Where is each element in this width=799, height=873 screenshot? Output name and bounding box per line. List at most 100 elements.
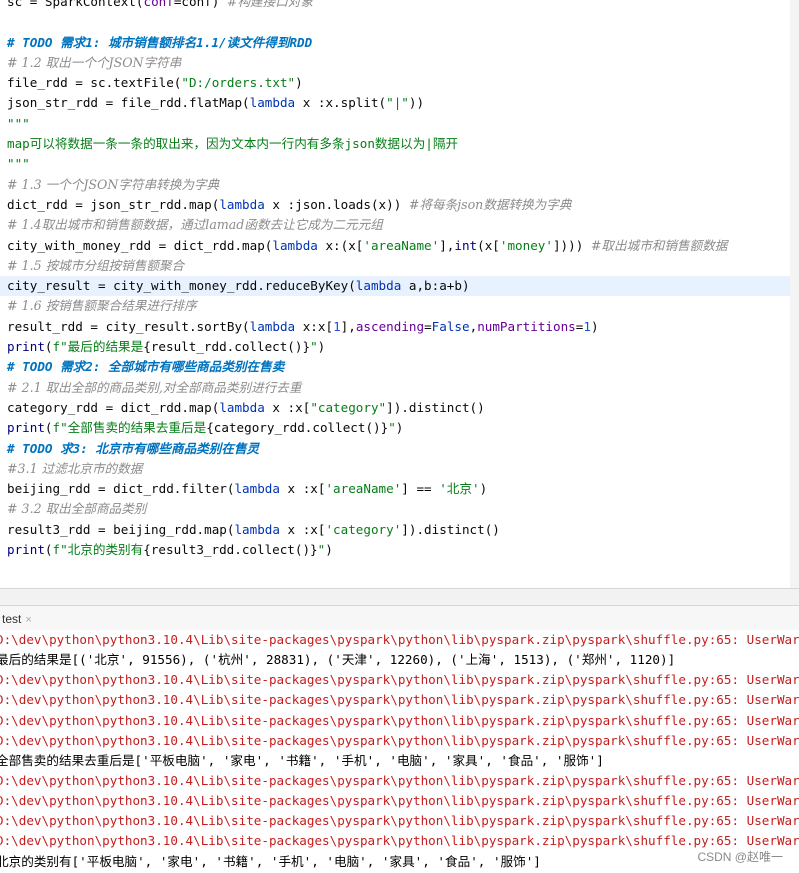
code-line[interactable]: #3.1 过滤北京市的数据: [7, 459, 799, 479]
code-token: 'category': [325, 521, 402, 537]
code-token: lambda: [219, 196, 265, 212]
code-token: ],: [439, 237, 455, 253]
code-token: x :x.split(: [295, 95, 387, 111]
code-line[interactable]: """: [7, 114, 799, 134]
code-token: dict_rdd = json_str_rdd.map(: [7, 196, 220, 212]
code-token: city_with_money_rdd = dict_rdd.map(: [7, 237, 273, 253]
code-token: 'areaName': [363, 237, 440, 253]
run-tab-test[interactable]: test ×: [0, 610, 32, 628]
code-token: {result_rdd.collect()}: [143, 339, 311, 355]
code-token: x:x[: [295, 318, 334, 334]
code-token: sc = SparkContext(: [7, 0, 144, 9]
console-warning-line: D:\dev\python\python3.10.4\Lib\site-pack…: [0, 692, 799, 708]
code-token: ): [479, 481, 488, 497]
console-warning-line: D:\dev\python\python3.10.4\Lib\site-pack…: [0, 672, 799, 688]
code-line[interactable]: # TODO 求3: 北京市有哪些商品类别在售灵: [7, 439, 799, 459]
code-token: result_rdd = city_result.sortBy(: [7, 318, 250, 334]
code-token: int: [454, 237, 478, 253]
code-token: print: [7, 542, 45, 558]
editor-scrollbar[interactable]: [790, 0, 799, 588]
code-token: numPartitions: [477, 318, 576, 334]
code-line[interactable]: print(f"北京的类别有{result3_rdd.collect()}"): [7, 540, 799, 560]
code-token: lambda: [234, 481, 280, 497]
code-line[interactable]: # TODO 需求1: 城市销售额排名1.1/读文件得到RDD: [7, 33, 799, 53]
code-token: '北京': [439, 481, 480, 497]
code-token: ]).distinct(): [401, 521, 500, 537]
code-line[interactable]: city_result = city_with_money_rdd.reduce…: [0, 276, 799, 297]
code-token: (: [44, 420, 53, 436]
code-token: a,b:a+b): [401, 278, 470, 294]
code-line[interactable]: # 1.2 取出一个个JSON字符串: [7, 53, 799, 73]
console-warning-line: D:\dev\python\python3.10.4\Lib\site-pack…: [0, 813, 799, 829]
code-token: ): [590, 318, 599, 334]
code-line[interactable]: file_rdd = sc.textFile("D:/orders.txt"): [7, 73, 799, 93]
code-line[interactable]: dict_rdd = json_str_rdd.map(lambda x :js…: [7, 195, 799, 215]
code-line[interactable]: """: [7, 154, 799, 174]
console-output[interactable]: D:\dev\python\python3.10.4\Lib\site-pack…: [0, 630, 799, 873]
code-editor[interactable]: sc = SparkContext(conf=conf) #构建接口对象 # T…: [0, 0, 799, 588]
watermark: CSDN @赵唯一: [695, 848, 785, 865]
code-token: city_result = city_with_money_rdd.reduce…: [7, 278, 356, 294]
console-warning-line: D:\dev\python\python3.10.4\Lib\site-pack…: [0, 632, 799, 647]
code-token: ],: [340, 318, 356, 334]
code-token: (: [44, 542, 53, 558]
code-line[interactable]: json_str_rdd = file_rdd.flatMap(lambda x…: [7, 93, 799, 113]
code-token: "|": [386, 95, 409, 111]
code-line[interactable]: [7, 12, 799, 32]
code-token: ): [395, 420, 404, 436]
code-token: ): [317, 339, 326, 355]
code-token: ] ==: [401, 481, 440, 497]
code-token: {result3_rdd.collect()}: [143, 542, 318, 558]
code-token: lambda: [355, 278, 402, 294]
code-line[interactable]: # 1.5 按城市分组按销售额聚合: [7, 256, 799, 276]
code-token: result3_rdd = beijing_rdd.map(: [7, 521, 235, 537]
code-line[interactable]: # 2.1 取出全部的商品类别,对全部商品类别进行去重: [7, 378, 799, 398]
code-line[interactable]: # 1.3 一个个JSON字符串转换为字典: [7, 175, 799, 195]
code-line[interactable]: result3_rdd = beijing_rdd.map(lambda x :…: [7, 520, 799, 540]
code-line[interactable]: city_with_money_rdd = dict_rdd.map(lambd…: [7, 236, 799, 256]
console-warning-line: D:\dev\python\python3.10.4\Lib\site-pack…: [0, 732, 799, 748]
code-token: #3.1 过滤北京市的数据: [7, 460, 143, 476]
code-line[interactable]: beijing_rdd = dict_rdd.filter(lambda x :…: [7, 479, 799, 499]
code-line[interactable]: print(f"全部售卖的结果去重后是{category_rdd.collect…: [7, 418, 799, 438]
code-token: lambda: [272, 237, 318, 253]
code-token: 'areaName': [325, 481, 402, 497]
code-line[interactable]: # 1.4取出城市和销售额数据，通过lamad函数去让它成为二元元组: [7, 215, 799, 235]
code-line[interactable]: print(f"最后的结果是{result_rdd.collect()}"): [7, 337, 799, 357]
code-token: (: [44, 339, 53, 355]
code-token: # 2.1 取出全部的商品类别,对全部商品类别进行去重: [7, 379, 302, 395]
code-lines[interactable]: sc = SparkContext(conf=conf) #构建接口对象 # T…: [0, 0, 799, 560]
code-token: beijing_rdd = dict_rdd.filter(: [7, 481, 235, 497]
code-token: ": [310, 339, 318, 355]
code-line[interactable]: # 1.6 按销售额聚合结果进行排序: [7, 296, 799, 316]
console-output-line: 最后的结果是[('北京', 91556), ('杭州', 28831), ('天…: [0, 652, 676, 668]
code-token: 1: [583, 318, 591, 334]
code-line[interactable]: sc = SparkContext(conf=conf) #构建接口对象: [7, 0, 799, 12]
code-line[interactable]: category_rdd = dict_rdd.map(lambda x :x[…: [7, 398, 799, 418]
code-token: category_rdd = dict_rdd.map(: [7, 399, 220, 415]
code-line[interactable]: # 3.2 取出全部商品类别: [7, 499, 799, 519]
code-line[interactable]: result_rdd = city_result.sortBy(lambda x…: [7, 317, 799, 337]
close-icon[interactable]: ×: [25, 614, 31, 626]
run-tab-label: test: [2, 612, 22, 626]
console-warning-line: D:\dev\python\python3.10.4\Lib\site-pack…: [0, 772, 799, 788]
code-token: ]).distinct(): [386, 399, 485, 415]
console-output-line: 全部售卖的结果去重后是['平板电脑', '家电', '书籍', '手机', '电…: [0, 752, 604, 768]
code-token: # 1.4取出城市和销售额数据，通过lamad函数去让它成为二元元组: [7, 217, 383, 233]
code-token: #构建接口对象: [226, 0, 314, 9]
code-token: ): [325, 542, 333, 558]
code-token: ": [388, 420, 396, 436]
panel-divider[interactable]: [0, 588, 799, 606]
code-token: # TODO 需求1: 城市销售额排名1.1/读文件得到RDD: [7, 34, 313, 50]
code-token: """: [7, 115, 30, 131]
code-line[interactable]: map可以将数据一条一条的取出来，因为文本内一行内有多条json数据以为|隔开: [7, 134, 799, 154]
code-token: ]))): [552, 237, 591, 253]
code-token: map可以将数据一条一条的取出来，因为文本内一行内有多条json数据以为|隔开: [7, 136, 459, 152]
code-line[interactable]: # TODO 需求2: 全部城市有哪些商品类别在售卖: [7, 357, 799, 377]
code-token: # 1.5 按城市分组按销售额聚合: [7, 257, 185, 273]
code-token: conf: [143, 0, 174, 9]
code-token: x :x[: [279, 521, 326, 537]
code-token: """: [7, 156, 30, 172]
code-token: 'money': [499, 237, 553, 253]
code-token: )): [408, 95, 425, 111]
